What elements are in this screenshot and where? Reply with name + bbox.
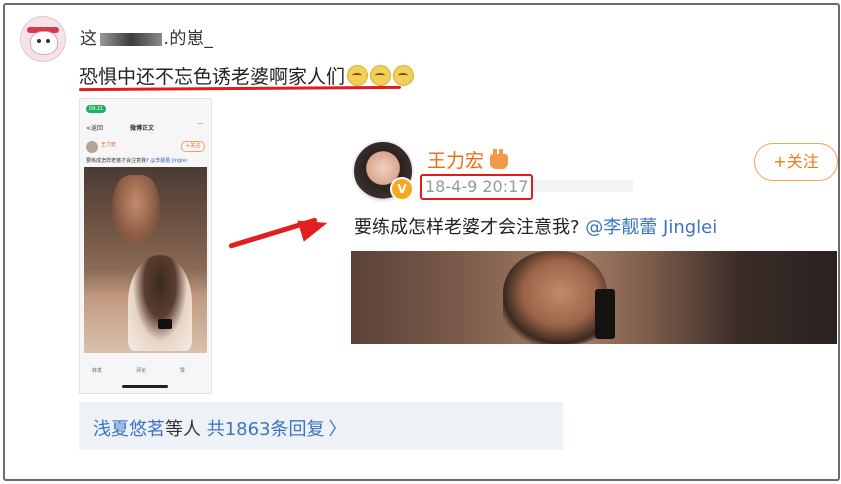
- phone-comment-label: 评论: [136, 368, 147, 374]
- reply-summary-text: 浅夏悠茗等人 共1863条回复〉: [93, 415, 347, 441]
- avatar-face: [30, 31, 58, 55]
- post-timestamp: 18-4-9 20:17: [420, 174, 534, 200]
- doge-emoji-icon: [370, 65, 392, 86]
- phone-avatar: [86, 141, 98, 153]
- avatar-eye: [37, 39, 41, 43]
- reply-summary[interactable]: 浅夏悠茗等人 共1863条回复〉: [79, 402, 563, 450]
- phone-nav-bar: <返回 微博正文 ···: [80, 119, 211, 135]
- phone-status-time: 09:21: [86, 105, 106, 113]
- photo-man: [112, 175, 160, 245]
- username-suffix: .的崽_: [163, 29, 214, 49]
- phone-mention: @李靓蕾 Jinglei: [150, 158, 187, 164]
- reply-count-link[interactable]: 共1863条回复: [207, 419, 325, 440]
- verified-badge-icon: V: [390, 177, 414, 201]
- phone-back-label: <返回: [86, 125, 104, 132]
- crown-icon: [490, 149, 509, 169]
- username[interactable]: 这 .的崽_: [80, 24, 213, 49]
- photo-phone: [158, 319, 172, 329]
- phone-follow-button: +关注: [181, 141, 205, 152]
- phone-more-icon: ···: [197, 121, 203, 128]
- blurred-source: [533, 180, 633, 192]
- redaction-mask: [99, 32, 162, 46]
- phone-action-bar: 转发 评论 赞: [80, 361, 211, 381]
- follow-button[interactable]: +关注: [754, 143, 838, 181]
- phone-post-photo: [84, 167, 207, 353]
- username-prefix: 这: [80, 29, 98, 49]
- doge-emoji-icon: [347, 65, 369, 86]
- phone-repost-label: 转发: [92, 368, 103, 374]
- zoom-post-text: 要练成怎样老婆才会注意我? @李靓蕾 Jinglei: [354, 213, 717, 239]
- photo-woman: [128, 255, 192, 351]
- chevron-right-icon: 〉: [328, 419, 347, 440]
- mention-link[interactable]: @李靓蕾 Jinglei: [585, 217, 717, 238]
- photo-phone: [595, 289, 615, 339]
- zoom-username[interactable]: 王力宏: [427, 146, 509, 173]
- doge-emoji-icon: [393, 65, 415, 86]
- user-avatar[interactable]: [20, 16, 66, 62]
- phone-post-body: 要练成怎样老婆才会注意我?: [86, 158, 149, 164]
- phone-like-label: 赞: [180, 368, 186, 374]
- phone-nav-title: 微博正文: [130, 125, 155, 132]
- post-body: 恐惧中还不忘色诱老婆啊家人们: [79, 66, 346, 88]
- reply-middle: 等人: [165, 419, 201, 440]
- zoom-username-text: 王力宏: [427, 150, 485, 172]
- zoom-post-body: 要练成怎样老婆才会注意我?: [354, 217, 580, 238]
- phone-screenshot-image[interactable]: 09:21 <返回 微博正文 ··· 王力宏 +关注 要练成怎样老婆才会注意我?…: [79, 98, 212, 394]
- reply-user-link[interactable]: 浅夏悠茗: [93, 419, 165, 440]
- avatar-eye: [46, 39, 50, 43]
- post-text: 恐惧中还不忘色诱老婆啊家人们: [79, 62, 415, 89]
- phone-home-indicator: [122, 385, 168, 388]
- phone-post-text: 要练成怎样老婆才会注意我? @李靓蕾 Jinglei: [86, 157, 187, 164]
- photo-man-head: [503, 251, 607, 344]
- zoom-post-photo[interactable]: [351, 251, 837, 344]
- phone-name: 王力宏: [101, 142, 117, 148]
